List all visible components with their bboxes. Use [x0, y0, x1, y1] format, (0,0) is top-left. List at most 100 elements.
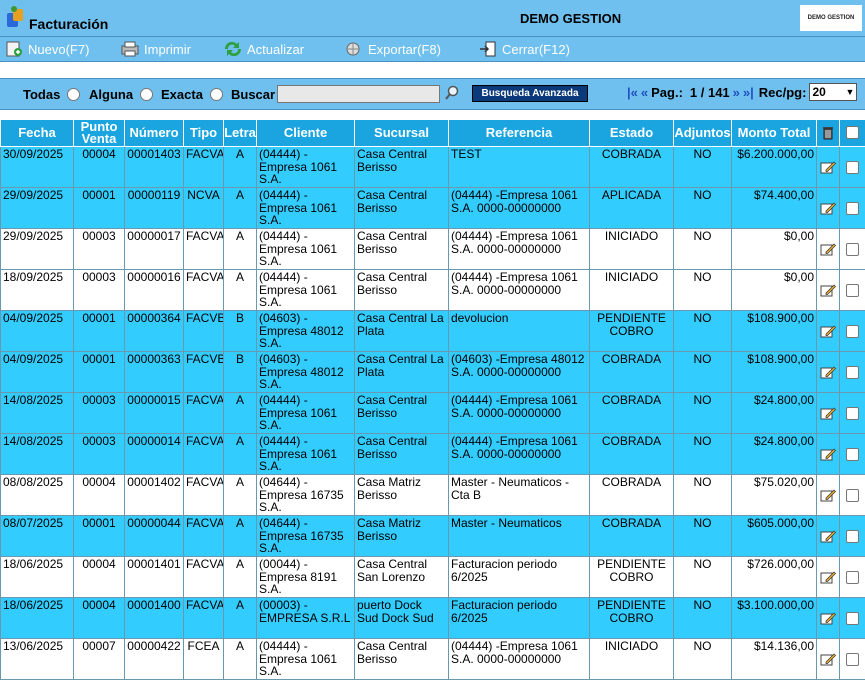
- cell-adjuntos: NO: [674, 147, 732, 188]
- row-checkbox[interactable]: [846, 571, 859, 584]
- cell-fecha: 14/08/2025: [1, 393, 74, 434]
- cell-adjuntos: NO: [674, 352, 732, 393]
- col-letra[interactable]: Letra: [224, 120, 257, 147]
- cell-referencia: (04444) -Empresa 1061 S.A. 0000-00000000: [449, 188, 590, 229]
- edit-pencil-icon[interactable]: [820, 324, 836, 338]
- col-punto-venta[interactable]: Punto Venta: [74, 120, 125, 147]
- table-row[interactable]: 04/09/20250000100000364FACVBB(04603) - E…: [1, 311, 865, 352]
- cell-numero: 00000015: [125, 393, 184, 434]
- cell-sucursal: Casa Central Berisso: [355, 393, 449, 434]
- col-estado[interactable]: Estado: [590, 120, 674, 147]
- edit-pencil-icon[interactable]: [820, 283, 836, 297]
- row-checkbox[interactable]: [846, 489, 859, 502]
- col-select-all[interactable]: [840, 120, 865, 147]
- search-input[interactable]: [277, 85, 440, 103]
- cell-letra: A: [224, 475, 257, 516]
- cell-punto-venta: 00004: [74, 475, 125, 516]
- col-delete[interactable]: [817, 120, 840, 147]
- cell-numero: 00001401: [125, 557, 184, 598]
- table-row[interactable]: 08/08/20250000400001402FACVAA(04644) - E…: [1, 475, 865, 516]
- col-cliente[interactable]: Cliente: [257, 120, 355, 147]
- table-row[interactable]: 18/06/20250000400001400FACVAA(00003) - E…: [1, 598, 865, 639]
- close-button[interactable]: Cerrar(F12): [478, 40, 570, 58]
- row-checkbox[interactable]: [846, 612, 859, 625]
- row-checkbox[interactable]: [846, 202, 859, 215]
- cell-select: [840, 393, 865, 434]
- table-row[interactable]: 04/09/20250000100000363FACVBB(04603) - E…: [1, 352, 865, 393]
- edit-pencil-icon[interactable]: [820, 652, 836, 666]
- table-row[interactable]: 18/09/20250000300000016FACVAA(04444) - E…: [1, 270, 865, 311]
- cell-cliente: (04444) - Empresa 1061 S.A.: [257, 147, 355, 188]
- table-row[interactable]: 30/09/20250000400001403FACVAA(04444) - E…: [1, 147, 865, 188]
- export-button[interactable]: Exportar(F8): [344, 40, 441, 58]
- row-checkbox[interactable]: [846, 161, 859, 174]
- col-adjuntos[interactable]: Adjuntos: [674, 120, 732, 147]
- edit-pencil-icon[interactable]: [820, 406, 836, 420]
- cell-select: [840, 352, 865, 393]
- row-checkbox[interactable]: [846, 243, 859, 256]
- radio-alguna[interactable]: [140, 88, 153, 101]
- table-row[interactable]: 13/06/20250000700000422FCEAA(04444) - Em…: [1, 639, 865, 680]
- edit-pencil-icon[interactable]: [820, 201, 836, 215]
- refresh-button[interactable]: Actualizar: [223, 40, 304, 58]
- last-page-icon[interactable]: »|: [743, 85, 754, 100]
- col-fecha[interactable]: Fecha: [1, 120, 74, 147]
- edit-pencil-icon[interactable]: [820, 160, 836, 174]
- edit-pencil-icon[interactable]: [820, 242, 836, 256]
- table-row[interactable]: 14/08/20250000300000015FACVAA(04444) - E…: [1, 393, 865, 434]
- table-row[interactable]: 29/09/20250000100000119NCVAA(04444) - Em…: [1, 188, 865, 229]
- option-alguna[interactable]: Alguna: [89, 87, 153, 102]
- cell-cliente: (00044) - Empresa 8191 S.A.: [257, 557, 355, 598]
- table-row[interactable]: 14/08/20250000300000014FACVAA(04444) - E…: [1, 434, 865, 475]
- trash-icon[interactable]: [821, 124, 835, 140]
- table-row[interactable]: 18/06/20250000400001401FACVAA(00044) - E…: [1, 557, 865, 598]
- row-checkbox[interactable]: [846, 407, 859, 420]
- col-sucursal[interactable]: Sucursal: [355, 120, 449, 147]
- option-todas[interactable]: Todas: [23, 87, 80, 102]
- edit-pencil-icon[interactable]: [820, 365, 836, 379]
- print-button[interactable]: Imprimir: [120, 40, 191, 58]
- radio-exacta[interactable]: [210, 88, 223, 101]
- cell-estado: COBRADA: [590, 352, 674, 393]
- cell-cliente: (04444) - Empresa 1061 S.A.: [257, 270, 355, 311]
- cell-monto: $75.020,00: [732, 475, 817, 516]
- edit-pencil-icon[interactable]: [820, 447, 836, 461]
- first-page-icon[interactable]: |«: [627, 85, 638, 100]
- cell-numero: 00000044: [125, 516, 184, 557]
- advanced-search-button[interactable]: Busqueda Avanzada: [472, 85, 588, 102]
- cell-letra: A: [224, 639, 257, 680]
- edit-pencil-icon[interactable]: [820, 611, 836, 625]
- cell-tipo: FACVA: [184, 434, 224, 475]
- radio-todas[interactable]: [67, 88, 80, 101]
- col-numero[interactable]: Número: [125, 120, 184, 147]
- table-row[interactable]: 08/07/20250000100000044FACVAA(04644) - E…: [1, 516, 865, 557]
- new-button[interactable]: Nuevo(F7): [4, 40, 89, 58]
- next-page-icon[interactable]: »: [733, 85, 740, 100]
- col-monto-total[interactable]: Monto Total: [732, 120, 817, 147]
- row-checkbox[interactable]: [846, 448, 859, 461]
- row-checkbox[interactable]: [846, 530, 859, 543]
- row-checkbox[interactable]: [846, 284, 859, 297]
- edit-pencil-icon[interactable]: [820, 570, 836, 584]
- rec-per-page-select[interactable]: 20 ▼: [809, 83, 857, 101]
- cell-fecha: 08/07/2025: [1, 516, 74, 557]
- option-exacta[interactable]: Exacta: [161, 87, 223, 102]
- brand-logo: DEMO GESTION: [800, 5, 862, 31]
- cell-monto: $3.100.000,00: [732, 598, 817, 639]
- cell-fecha: 13/06/2025: [1, 639, 74, 680]
- spacer: [0, 62, 865, 78]
- edit-pencil-icon[interactable]: [820, 488, 836, 502]
- cell-letra: A: [224, 147, 257, 188]
- col-tipo[interactable]: Tipo: [184, 120, 224, 147]
- cell-select: [840, 270, 865, 311]
- prev-page-icon[interactable]: «: [641, 85, 648, 100]
- row-checkbox[interactable]: [846, 366, 859, 379]
- edit-pencil-icon[interactable]: [820, 529, 836, 543]
- table-row[interactable]: 29/09/20250000300000017FACVAA(04444) - E…: [1, 229, 865, 270]
- row-checkbox[interactable]: [846, 325, 859, 338]
- cell-monto: $726.000,00: [732, 557, 817, 598]
- select-all-checkbox[interactable]: [846, 126, 859, 139]
- col-referencia[interactable]: Referencia: [449, 120, 590, 147]
- row-checkbox[interactable]: [846, 653, 859, 666]
- magnifier-icon[interactable]: [444, 85, 460, 101]
